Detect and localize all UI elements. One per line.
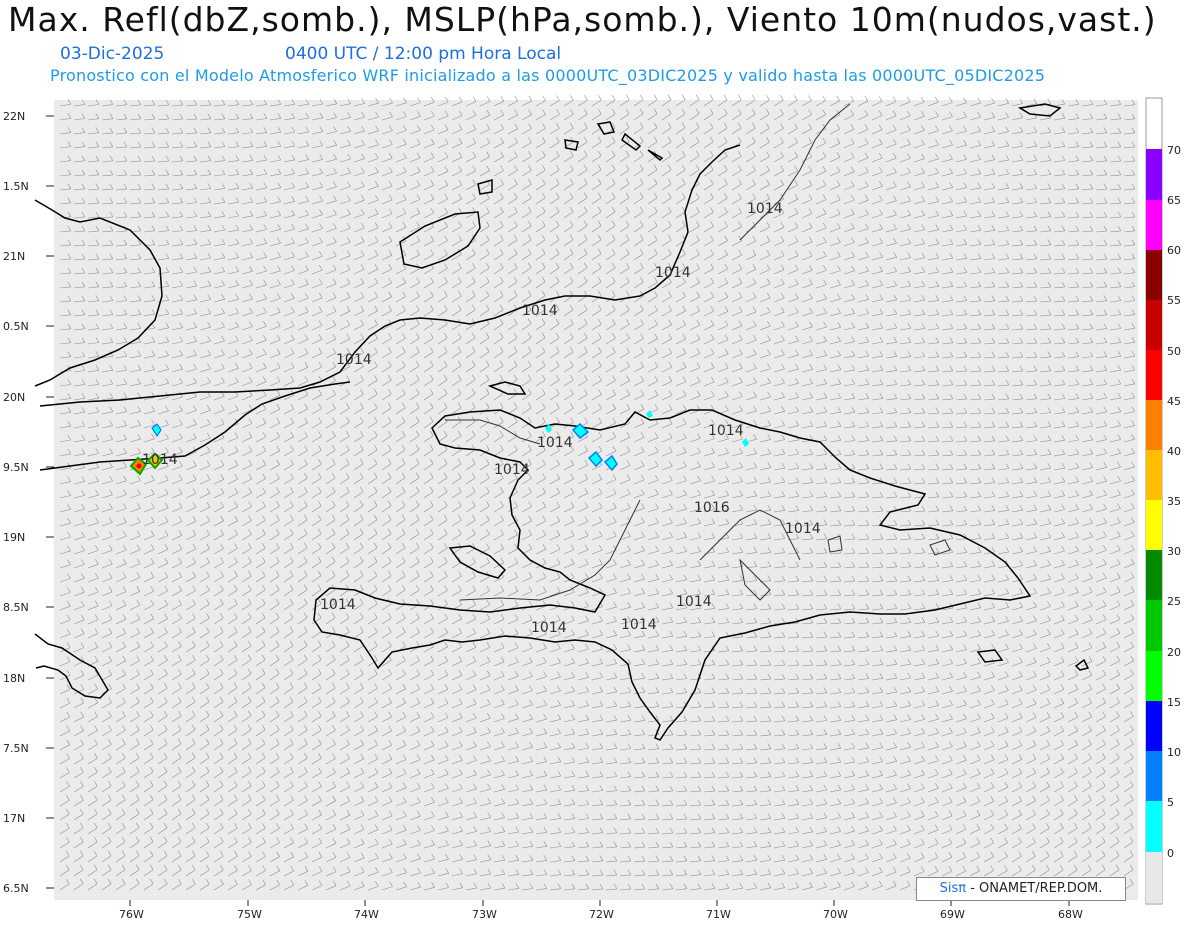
lat-label: 8.5N (3, 601, 29, 614)
colorbar-swatch (1146, 149, 1162, 200)
colorbar-label: 5 (1167, 796, 1174, 809)
colorbar-swatch (1146, 300, 1162, 350)
credit-brand: Sisπ (939, 881, 967, 896)
latitude-axis: 22N 1.5N 21N 0.5N 20N 9.5N 19N 8.5N 18N … (3, 110, 29, 895)
isobar-label: 1014 (142, 452, 178, 468)
lat-label: 19N (3, 531, 25, 544)
weather-map: 1014 1014 1014 1014 1014 1014 1014 1014 … (3, 94, 1181, 921)
longitude-axis: 76W 75W 74W 73W 72W 71W 70W 69W 68W (119, 908, 1083, 921)
colorbar-label: 10 (1167, 746, 1181, 759)
lon-label: 75W (237, 908, 262, 921)
lon-label: 70W (823, 908, 848, 921)
colorbar-label: 30 (1167, 545, 1181, 558)
colorbar-label: 60 (1167, 244, 1181, 257)
colorbar-swatch (1146, 450, 1162, 500)
lat-label: 22N (3, 110, 25, 123)
colorbar-swatch (1146, 751, 1162, 801)
lon-label: 72W (589, 908, 614, 921)
credit-text: - ONAMET/REP.DOM. (966, 881, 1103, 896)
colorbar-label: 20 (1167, 646, 1181, 659)
colorbar-label: 25 (1167, 595, 1181, 608)
isobar-label: 1016 (694, 500, 730, 516)
isobar-label: 1014 (621, 617, 657, 633)
lat-ticks (46, 115, 54, 889)
colorbar-label: 40 (1167, 445, 1181, 458)
colorbar-label: 50 (1167, 345, 1181, 358)
lat-label: 6.5N (3, 882, 29, 895)
lat-label: 7.5N (3, 742, 29, 755)
colorbar-label: 55 (1167, 294, 1181, 307)
colorbar-label: 70 (1167, 144, 1181, 157)
isobar-label: 1014 (336, 352, 372, 368)
lat-label: 18N (3, 672, 25, 685)
isobar-label: 1014 (747, 201, 783, 217)
lat-label: 0.5N (3, 320, 29, 333)
isobar-label: 1014 (494, 462, 530, 478)
colorbar-swatch (1146, 801, 1162, 852)
colorbar-swatch (1146, 550, 1162, 600)
isobar-label: 1014 (537, 435, 573, 451)
colorbar-swatch (1146, 600, 1162, 651)
isobar-label: 1014 (676, 594, 712, 610)
colorbar-label: 65 (1167, 194, 1181, 207)
lat-label: 9.5N (3, 461, 29, 474)
isobar-label: 1014 (655, 265, 691, 281)
isobar-label: 1014 (785, 521, 821, 537)
lon-label: 68W (1058, 908, 1083, 921)
colorbar-swatch (1146, 701, 1162, 751)
colorbar-swatch (1146, 400, 1162, 450)
isobar-label: 1014 (531, 620, 567, 636)
colorbar-swatch (1146, 500, 1162, 550)
lon-label: 73W (472, 908, 497, 921)
colorbar-label: 45 (1167, 395, 1181, 408)
colorbar-swatch (1146, 651, 1162, 701)
colorbar-swatch (1146, 350, 1162, 400)
lon-label: 71W (706, 908, 731, 921)
colorbar-swatch (1146, 250, 1162, 300)
lat-label: 21N (3, 250, 25, 263)
isobar-label: 1014 (708, 423, 744, 439)
map-background (54, 100, 1138, 900)
colorbar-swatch (1146, 852, 1162, 903)
lon-label: 76W (119, 908, 144, 921)
colorbar-swatch (1146, 200, 1162, 250)
lon-label: 69W (940, 908, 965, 921)
lat-label: 1.5N (3, 180, 29, 193)
colorbar-label: 15 (1167, 696, 1181, 709)
lat-label: 17N (3, 812, 25, 825)
isobar-label: 1014 (320, 597, 356, 613)
colorbar-label: 0 (1167, 847, 1174, 860)
colorbar-label: 35 (1167, 495, 1181, 508)
lat-label: 20N (3, 391, 25, 404)
reflectivity-colorbar: 70 65 60 55 50 45 40 35 30 25 20 15 10 5… (1145, 97, 1181, 905)
lon-label: 74W (354, 908, 379, 921)
isobar-label: 1014 (522, 303, 558, 319)
credit-box: Sisπ - ONAMET/REP.DOM. (916, 877, 1126, 901)
